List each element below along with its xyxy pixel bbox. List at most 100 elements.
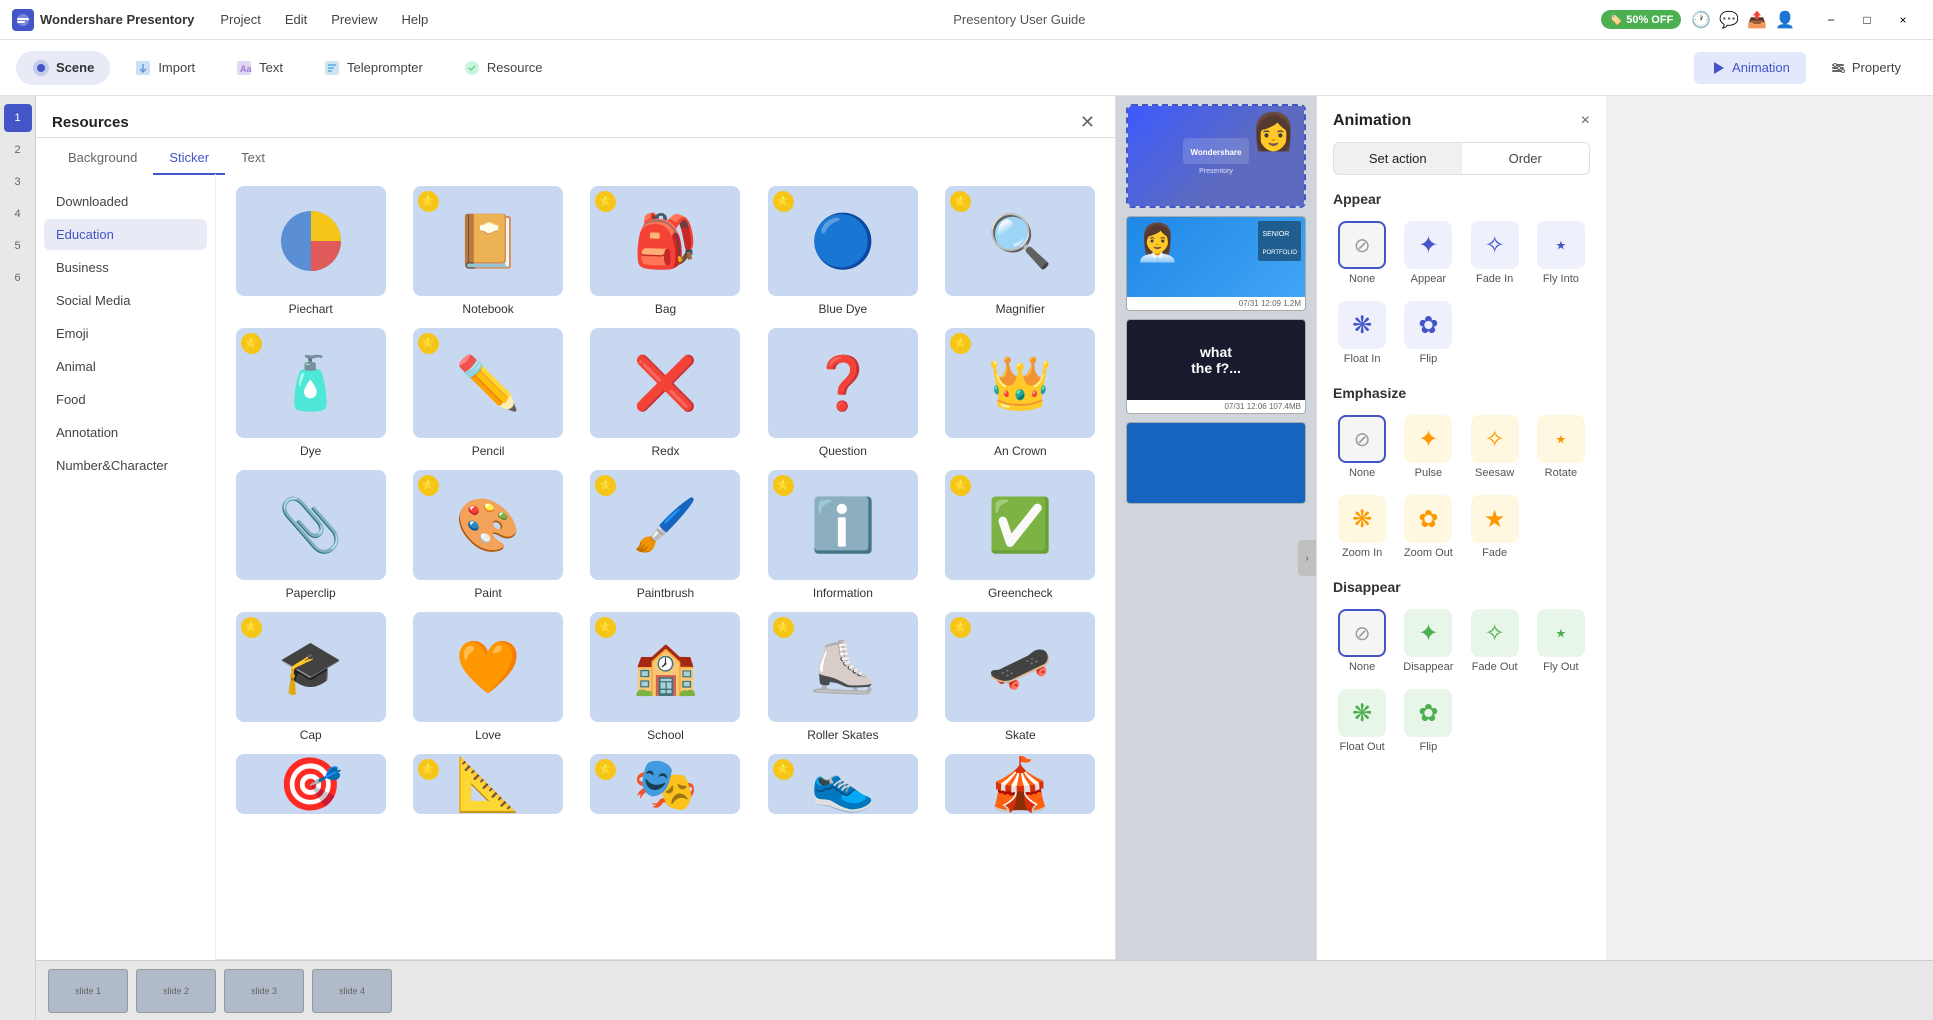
- disappear-disappear[interactable]: ✦ Disappear: [1399, 605, 1457, 677]
- cat-emoji[interactable]: Emoji: [44, 318, 207, 349]
- main-slide-preview[interactable]: Wondershare Presentory 👩: [1126, 104, 1306, 208]
- sticker-magnifier[interactable]: ⭐ 🔍 Magnifier: [938, 186, 1103, 316]
- maximize-button[interactable]: □: [1849, 6, 1885, 34]
- disappear-flip[interactable]: ✿ Flip: [1399, 685, 1457, 757]
- close-button[interactable]: ×: [1885, 6, 1921, 34]
- scene-button[interactable]: Scene: [16, 51, 110, 85]
- sticker-paperclip[interactable]: 📎 Paperclip: [228, 470, 393, 600]
- sticker-piechart[interactable]: Piechart: [228, 186, 393, 316]
- property-button[interactable]: Property: [1814, 52, 1917, 84]
- sticker-extra-5[interactable]: 🎪: [938, 754, 1103, 814]
- animation-panel-close[interactable]: ×: [1581, 112, 1590, 130]
- panel-close-button[interactable]: ✕: [1076, 108, 1099, 137]
- teleprompter-button[interactable]: Teleprompter: [307, 51, 439, 85]
- clock-icon[interactable]: 🕐: [1691, 10, 1711, 30]
- sticker-blue-dye[interactable]: ⭐ 🔵 Blue Dye: [760, 186, 925, 316]
- comment-icon[interactable]: 💬: [1719, 10, 1739, 30]
- import-button[interactable]: Import: [118, 51, 211, 85]
- appear-fade-in[interactable]: ✧ Fade In: [1466, 217, 1524, 289]
- sticker-school[interactable]: ⭐ 🏫 School: [583, 612, 748, 742]
- appear-float-in[interactable]: ❋ Float In: [1333, 297, 1391, 369]
- nav-help[interactable]: Help: [392, 8, 439, 31]
- import-label: Import: [158, 60, 195, 75]
- appear-none[interactable]: ⊘ None: [1333, 217, 1391, 289]
- slide-2-preview[interactable]: 👩‍💼 SENIOR PORTFOLIO 07/31 12:09 1.2M: [1126, 216, 1306, 311]
- text-button[interactable]: Aa Text: [219, 51, 299, 85]
- emphasize-pulse[interactable]: ✦ Pulse: [1399, 411, 1457, 483]
- scene-number-3[interactable]: 3: [4, 168, 32, 196]
- cat-education[interactable]: Education: [44, 219, 207, 250]
- sticker-paint[interactable]: ⭐ 🎨 Paint: [405, 470, 570, 600]
- sticker-greencheck[interactable]: ⭐ ✅ Greencheck: [938, 470, 1103, 600]
- sticker-roller-skates[interactable]: ⭐ ⛸️ Roller Skates: [760, 612, 925, 742]
- sticker-paintbrush-label: Paintbrush: [637, 586, 694, 600]
- cat-annotation[interactable]: Annotation: [44, 417, 207, 448]
- sticker-extra-4[interactable]: ⭐ 👟: [760, 754, 925, 814]
- scene-number-4[interactable]: 4: [4, 200, 32, 228]
- appear-appear[interactable]: ✦ Appear: [1399, 217, 1457, 289]
- nav-project[interactable]: Project: [210, 8, 270, 31]
- sticker-redx[interactable]: ❌ Redx: [583, 328, 748, 458]
- emphasize-seesaw[interactable]: ✧ Seesaw: [1466, 411, 1524, 483]
- sticker-bag[interactable]: ⭐ 🎒 Bag: [583, 186, 748, 316]
- cat-business[interactable]: Business: [44, 252, 207, 283]
- disappear-fly-out[interactable]: ⋆ Fly Out: [1532, 605, 1590, 677]
- disappear-fade-out[interactable]: ✧ Fade Out: [1466, 605, 1524, 677]
- emphasize-zoom-in[interactable]: ❋ Zoom In: [1333, 491, 1391, 563]
- emphasize-none[interactable]: ⊘ None: [1333, 411, 1391, 483]
- emphasize-rotate[interactable]: ⋆ Rotate: [1532, 411, 1590, 483]
- minimize-button[interactable]: −: [1813, 6, 1849, 34]
- cat-food[interactable]: Food: [44, 384, 207, 415]
- sticker-dye[interactable]: ⭐ 🧴 Dye: [228, 328, 393, 458]
- bottom-thumb-2[interactable]: slide 2: [136, 969, 216, 1013]
- tab-sticker[interactable]: Sticker: [153, 142, 225, 175]
- scene-number-5[interactable]: 5: [4, 232, 32, 260]
- sticker-skate[interactable]: ⭐ 🛹 Skate: [938, 612, 1103, 742]
- cat-downloaded[interactable]: Downloaded: [44, 186, 207, 217]
- user-icon[interactable]: 👤: [1775, 10, 1795, 30]
- tab-background[interactable]: Background: [52, 142, 153, 175]
- bottom-thumb-1[interactable]: slide 1: [48, 969, 128, 1013]
- emphasize-fade[interactable]: ★ Fade: [1466, 491, 1524, 563]
- sticker-information[interactable]: ⭐ ℹ️ Information: [760, 470, 925, 600]
- promo-badge[interactable]: 🏷️ 50% OFF: [1601, 10, 1682, 29]
- cat-number-char[interactable]: Number&Character: [44, 450, 207, 481]
- nav-preview[interactable]: Preview: [321, 8, 387, 31]
- sticker-cap[interactable]: ⭐ 🎓 Cap: [228, 612, 393, 742]
- tab-text[interactable]: Text: [225, 142, 281, 175]
- bottom-thumb-4[interactable]: slide 4: [312, 969, 392, 1013]
- nav-edit[interactable]: Edit: [275, 8, 317, 31]
- share-icon[interactable]: 📤: [1747, 10, 1767, 30]
- bottom-thumb-3[interactable]: slide 3: [224, 969, 304, 1013]
- appear-flip[interactable]: ✿ Flip: [1399, 297, 1457, 369]
- sticker-notebook[interactable]: ⭐ 📔 Notebook: [405, 186, 570, 316]
- sticker-extra-1[interactable]: 🎯: [228, 754, 393, 814]
- scene-number-2[interactable]: 2: [4, 136, 32, 164]
- sticker-extra-3[interactable]: ⭐ 🎭: [583, 754, 748, 814]
- scene-number-1[interactable]: 1: [4, 104, 32, 132]
- tab-set-action[interactable]: Set action: [1334, 143, 1462, 174]
- animation-button[interactable]: Animation: [1694, 52, 1806, 84]
- tab-order[interactable]: Order: [1462, 143, 1590, 174]
- disappear-float-out[interactable]: ❋ Float Out: [1333, 685, 1391, 757]
- sticker-love[interactable]: 🧡 Love: [405, 612, 570, 742]
- slide-3-preview[interactable]: whatthe f?... 07/31 12:06 107.4MB: [1126, 319, 1306, 414]
- preview-chevron-right[interactable]: ›: [1298, 540, 1316, 576]
- sticker-crown[interactable]: ⭐ 👑 An Crown: [938, 328, 1103, 458]
- disappear-none[interactable]: ⊘ None: [1333, 605, 1391, 677]
- resource-button[interactable]: Resource: [447, 51, 559, 85]
- sticker-extra-2[interactable]: ⭐ 📐: [405, 754, 570, 814]
- emphasize-zoom-out[interactable]: ✿ Zoom Out: [1399, 491, 1457, 563]
- cat-animal[interactable]: Animal: [44, 351, 207, 382]
- sticker-question[interactable]: ❓ Question: [760, 328, 925, 458]
- teleprompter-icon: [323, 59, 341, 77]
- sticker-information-thumb: ⭐ ℹ️: [768, 470, 918, 580]
- scene-number-6[interactable]: 6: [4, 264, 32, 292]
- premium-badge-bluedye: ⭐: [773, 191, 793, 211]
- sticker-pencil-thumb: ⭐ ✏️: [413, 328, 563, 438]
- sticker-paintbrush[interactable]: ⭐ 🖌️ Paintbrush: [583, 470, 748, 600]
- cat-social-media[interactable]: Social Media: [44, 285, 207, 316]
- appear-fly-into[interactable]: ⋆ Fly Into: [1532, 217, 1590, 289]
- sticker-pencil[interactable]: ⭐ ✏️ Pencil: [405, 328, 570, 458]
- slide-4-preview[interactable]: [1126, 422, 1306, 504]
